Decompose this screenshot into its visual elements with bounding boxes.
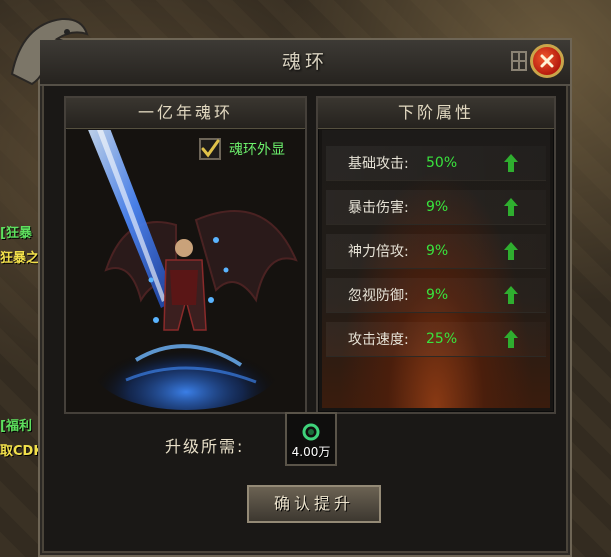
stat-row: 攻击速度: 25%: [326, 322, 546, 357]
arrow-up-icon: [504, 286, 518, 304]
stat-name: 神力倍攻:: [348, 244, 409, 260]
close-icon: [540, 54, 554, 68]
show-ring-label: 魂环外显: [229, 142, 285, 158]
stat-value: 9%: [426, 287, 449, 303]
arrow-up-icon: [504, 242, 518, 260]
show-ring-toggle[interactable]: 魂环外显: [199, 138, 285, 160]
window-title: 魂环: [281, 51, 328, 73]
knot-ornament-icon: [511, 51, 527, 71]
stat-name: 忽视防御:: [348, 288, 409, 304]
upgrade-cost-slot[interactable]: 4.00万: [285, 412, 337, 466]
stat-row: 忽视防御: 9%: [326, 278, 546, 313]
scene-text-1: [狂暴: [0, 226, 32, 241]
stat-value: 25%: [426, 331, 458, 347]
checkmark-icon: [201, 139, 220, 158]
scene-text-3: [福利: [0, 419, 32, 434]
stat-value: 50%: [426, 155, 458, 171]
stats-panel-title: 下阶属性: [397, 103, 474, 122]
stat-value: 9%: [426, 199, 449, 215]
stats-panel-header: 下阶属性: [318, 98, 554, 129]
close-button[interactable]: [530, 44, 564, 78]
stat-row: 神力倍攻: 9%: [326, 234, 546, 269]
stat-value: 9%: [426, 243, 449, 259]
currency-icon: [302, 423, 320, 441]
scene-text-4: 取CDK: [0, 444, 44, 459]
stat-name: 攻击速度:: [348, 332, 409, 348]
preview-panel-header: 一亿年魂环: [66, 98, 305, 129]
stat-row: 暴击伤害: 9%: [326, 190, 546, 225]
stat-row: 基础攻击: 50%: [326, 146, 546, 181]
arrow-up-icon: [504, 198, 518, 216]
stat-name: 基础攻击:: [348, 156, 409, 172]
scene-text-2: 狂暴之: [0, 251, 40, 266]
soul-ring-window: 魂环 一亿年魂环 魂环外显 下阶属性 基础攻击: 50% 暴击伤害: 9% 神力…: [10, 17, 572, 557]
show-ring-checkbox[interactable]: [199, 138, 221, 160]
confirm-upgrade-button[interactable]: 确认提升: [247, 485, 381, 523]
upgrade-requirement-label: 升级所需:: [165, 437, 245, 456]
upgrade-cost-amount: 4.00万: [291, 445, 331, 459]
stat-name: 暴击伤害:: [348, 200, 409, 216]
next-stage-stats-panel: 下阶属性 基础攻击: 50% 暴击伤害: 9% 神力倍攻: 9% 忽视防御: 9…: [316, 96, 556, 414]
soul-ring-preview-panel: 一亿年魂环 魂环外显: [64, 96, 307, 414]
preview-panel-title: 一亿年魂环: [137, 103, 233, 122]
character-preview-image: [66, 130, 305, 412]
arrow-up-icon: [504, 154, 518, 172]
arrow-up-icon: [504, 330, 518, 348]
title-bar[interactable]: 魂环: [40, 40, 570, 86]
